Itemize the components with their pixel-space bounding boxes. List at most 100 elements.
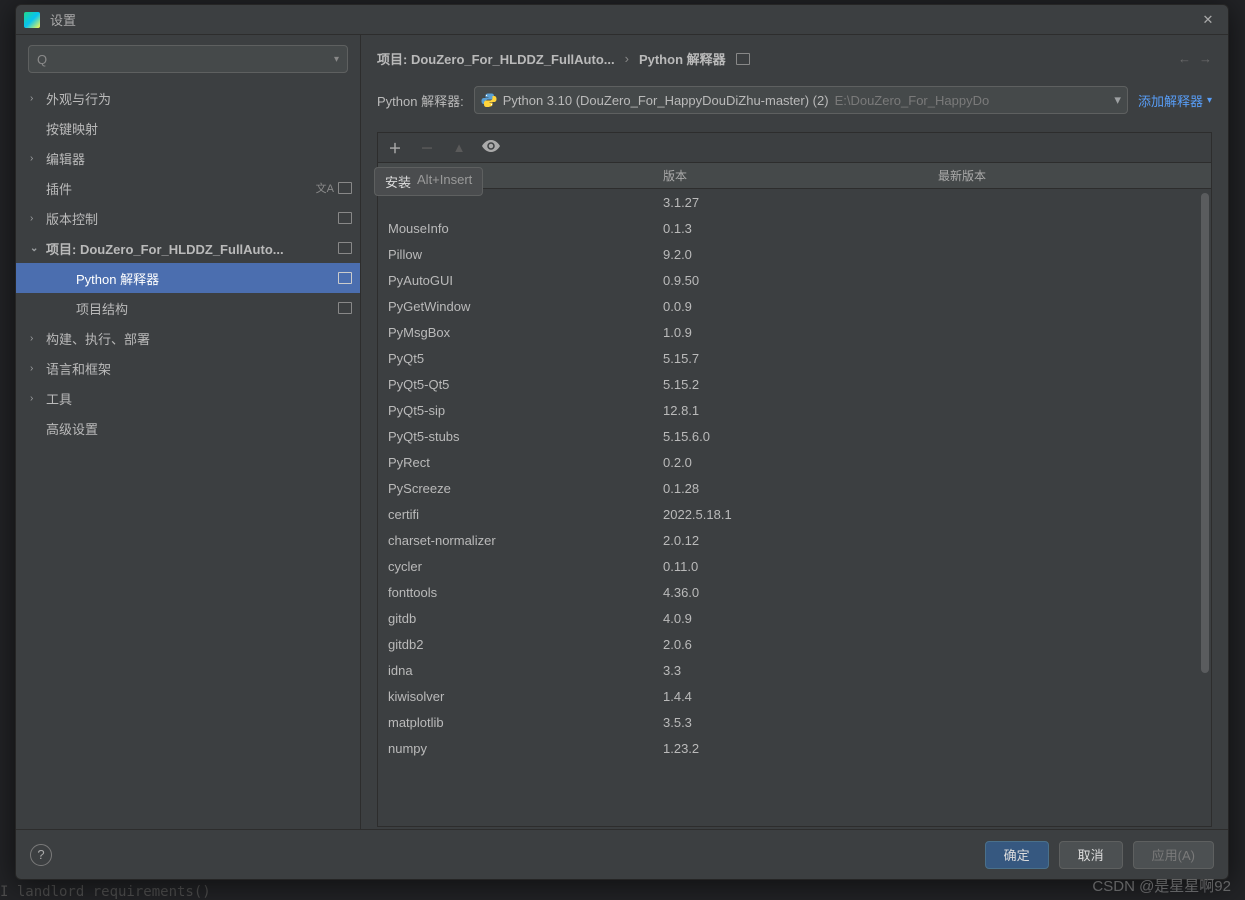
package-version: 0.1.3 [653,221,928,236]
search-box[interactable]: Q ▾ [28,45,348,73]
package-name: PyQt5-sip [378,403,653,418]
scope-badge-icon [736,53,750,65]
package-name: PyAutoGUI [378,273,653,288]
package-version: 9.2.0 [653,247,928,262]
package-row[interactable]: idna3.3 [378,657,1211,683]
package-row[interactable]: PyQt5-Qt55.15.2 [378,371,1211,397]
add-interpreter-label: 添加解释器 [1138,91,1203,110]
col-header-latest: 最新版本 [928,167,1211,184]
chevron-down-icon: ⌄ [30,243,46,254]
nav-forward-icon[interactable]: → [1199,51,1212,66]
interpreter-label: Python 解释器: [377,91,464,110]
titlebar: 设置 ✕ [16,5,1228,35]
nav-arrows: ← → [1178,51,1212,66]
sidebar-item-0[interactable]: ›外观与行为 [16,83,360,113]
package-version: 1.0.9 [653,325,928,340]
package-name: numpy [378,741,653,756]
package-version: 2022.5.18.1 [653,507,928,522]
scrollbar-thumb[interactable] [1201,193,1209,673]
package-name: charset-normalizer [378,533,653,548]
package-row[interactable]: PyGetWindow0.0.9 [378,293,1211,319]
package-row[interactable]: PyMsgBox1.0.9 [378,319,1211,345]
package-row[interactable]: PyRect0.2.0 [378,449,1211,475]
sidebar-item-3[interactable]: 插件文A [16,173,360,203]
package-name: PyQt5-Qt5 [378,377,653,392]
apply-button[interactable]: 应用(A) [1133,841,1214,869]
search-caret-icon[interactable]: ▾ [334,54,339,65]
package-row[interactable]: gitdb22.0.6 [378,631,1211,657]
interpreter-path: E:\DouZero_For_HappyDo [835,93,990,108]
package-row[interactable]: PyQt5-sip12.8.1 [378,397,1211,423]
eye-icon[interactable] [482,139,500,156]
package-row[interactable]: PyScreeze0.1.28 [378,475,1211,501]
interpreter-name: Python 3.10 (DouZero_For_HappyDouDiZhu-m… [503,93,829,108]
search-icon: Q [37,52,47,67]
sidebar: Q ▾ ›外观与行为按键映射›编辑器插件文A›版本控制⌄项目: DouZero_… [16,35,361,829]
nav-back-icon[interactable]: ← [1178,51,1191,66]
install-tooltip: 安装 Alt+Insert [374,167,483,196]
package-row[interactable]: cycler0.11.0 [378,553,1211,579]
tooltip-shortcut: Alt+Insert [417,172,472,191]
breadcrumb-project[interactable]: 项目: DouZero_For_HLDDZ_FullAuto... [377,49,615,68]
package-row[interactable]: Pillow9.2.0 [378,241,1211,267]
package-row[interactable]: certifi2022.5.18.1 [378,501,1211,527]
upgrade-icon[interactable]: ▲ [450,140,468,155]
add-interpreter-link[interactable]: 添加解释器 ▾ [1138,91,1212,110]
package-row[interactable]: MouseInfo0.1.3 [378,215,1211,241]
package-name: PyMsgBox [378,325,653,340]
sidebar-item-label: 高级设置 [46,419,352,438]
package-version: 0.0.9 [653,299,928,314]
background-code: I landlord requirements() [0,884,211,900]
sidebar-item-9[interactable]: ›语言和框架 [16,353,360,383]
language-icon: 文A [316,180,334,196]
package-row[interactable]: matplotlib3.5.3 [378,709,1211,735]
package-version: 4.36.0 [653,585,928,600]
uninstall-icon[interactable]: － [418,138,436,157]
sidebar-item-8[interactable]: ›构建、执行、部署 [16,323,360,353]
package-name: PyGetWindow [378,299,653,314]
install-icon[interactable]: ＋ [386,138,404,157]
sidebar-item-1[interactable]: 按键映射 [16,113,360,143]
chevron-right-icon: › [30,93,46,104]
search-input[interactable] [51,52,334,67]
sidebar-item-11[interactable]: 高级设置 [16,413,360,443]
close-icon[interactable]: ✕ [1196,12,1220,28]
sidebar-item-2[interactable]: ›编辑器 [16,143,360,173]
interpreter-dropdown[interactable]: Python 3.10 (DouZero_For_HappyDouDiZhu-m… [474,86,1128,114]
package-name: gitdb2 [378,637,653,652]
packages-toolbar: ＋ － ▲ 安装 Alt+Insert [378,133,1211,163]
help-icon[interactable]: ? [30,844,52,866]
sidebar-item-10[interactable]: ›工具 [16,383,360,413]
package-version: 0.11.0 [653,559,928,574]
package-row[interactable]: PyAutoGUI0.9.50 [378,267,1211,293]
breadcrumb-row: 项目: DouZero_For_HLDDZ_FullAuto... › Pyth… [361,35,1228,80]
package-name: cycler [378,559,653,574]
package-row[interactable]: fonttools4.36.0 [378,579,1211,605]
sidebar-item-7[interactable]: 项目结构 [16,293,360,323]
package-name: PyScreeze [378,481,653,496]
package-row[interactable]: 3.1.27 [378,189,1211,215]
package-row[interactable]: PyQt55.15.7 [378,345,1211,371]
packages-header: 软件包 版本 最新版本 [378,163,1211,189]
package-name: PyQt5-stubs [378,429,653,444]
package-version: 3.3 [653,663,928,678]
ok-button[interactable]: 确定 [985,841,1049,869]
chevron-right-icon: › [30,213,46,224]
package-row[interactable]: gitdb4.0.9 [378,605,1211,631]
cancel-button[interactable]: 取消 [1059,841,1123,869]
package-name: fonttools [378,585,653,600]
sidebar-item-6[interactable]: Python 解释器 [16,263,360,293]
package-row[interactable]: PyQt5-stubs5.15.6.0 [378,423,1211,449]
package-row[interactable]: kiwisolver1.4.4 [378,683,1211,709]
package-name: Pillow [378,247,653,262]
chevron-right-icon: › [30,153,46,164]
package-row[interactable]: charset-normalizer2.0.12 [378,527,1211,553]
sidebar-item-label: 插件 [46,179,316,198]
package-row[interactable]: numpy1.23.2 [378,735,1211,761]
sidebar-item-4[interactable]: ›版本控制 [16,203,360,233]
settings-tree[interactable]: ›外观与行为按键映射›编辑器插件文A›版本控制⌄项目: DouZero_For_… [16,83,360,819]
packages-list[interactable]: 3.1.27MouseInfo0.1.3Pillow9.2.0PyAutoGUI… [378,189,1211,826]
sidebar-item-5[interactable]: ⌄项目: DouZero_For_HLDDZ_FullAuto... [16,233,360,263]
sidebar-item-label: 按键映射 [46,119,352,138]
package-name: PyRect [378,455,653,470]
